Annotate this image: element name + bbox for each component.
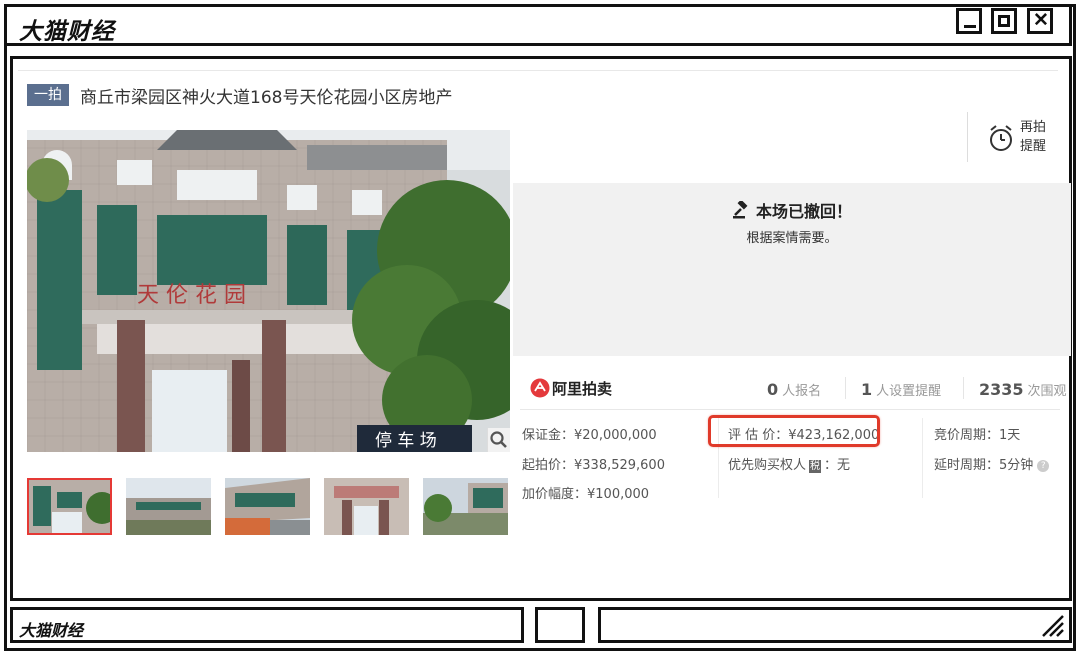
start-price-value: 起拍价：¥338,529,600 bbox=[522, 458, 665, 473]
thumbnail-5-image bbox=[423, 478, 508, 535]
delay-cycle-value: 延时周期：5分钟 bbox=[934, 458, 1034, 473]
zoom-button[interactable] bbox=[487, 428, 510, 452]
minimize-button[interactable] bbox=[956, 8, 982, 34]
resize-grip-icon[interactable] bbox=[1039, 612, 1065, 638]
close-button[interactable]: ✕ bbox=[1027, 8, 1053, 34]
remind-label-line1: 再拍 bbox=[1020, 120, 1047, 135]
views-stat: 2335 次围观 bbox=[979, 380, 1067, 399]
footer-title: 大猫财经 bbox=[19, 621, 84, 640]
status-panel: 本场已撤回！ 根据案情需要。 bbox=[513, 183, 1071, 356]
thumbnail-1[interactable] bbox=[27, 478, 112, 535]
registrations-stat: 0 人报名 bbox=[767, 380, 821, 399]
details-column-divider-2 bbox=[922, 418, 923, 498]
title-bar: 大猫财经 bbox=[4, 4, 1072, 46]
maximize-button[interactable] bbox=[991, 8, 1017, 34]
bid-cycle-value: 竞价周期：1天 bbox=[934, 428, 1021, 443]
stat-divider-1 bbox=[845, 377, 846, 399]
priority-buyer-label: 优先购买权人 bbox=[728, 458, 807, 473]
reminders-label: 人设置提醒 bbox=[876, 384, 942, 399]
stat-divider-2 bbox=[963, 377, 964, 399]
gavel-icon bbox=[732, 199, 748, 219]
ali-auction-logo-icon bbox=[530, 378, 550, 398]
thumbnail-5[interactable] bbox=[423, 478, 508, 535]
remind-button[interactable] bbox=[988, 124, 1014, 156]
reminders-count: 1 bbox=[861, 380, 873, 399]
window-title: 大猫财经 bbox=[19, 19, 115, 45]
footer-title-box: 大猫财经 bbox=[10, 607, 524, 643]
listing-title: 商丘市梁园区神火大道168号天伦花园小区房地产 bbox=[80, 88, 453, 108]
increment-value: 加价幅度：¥100,000 bbox=[522, 487, 650, 502]
priority-buyer-row: 优先购买权人税：无 bbox=[728, 454, 850, 473]
tax-tag: 税 bbox=[809, 460, 822, 473]
thumbnail-3-image bbox=[225, 478, 310, 535]
alarm-clock-icon bbox=[990, 125, 1012, 151]
svg-text:停 车 场: 停 车 场 bbox=[375, 431, 437, 451]
remind-label[interactable]: 再拍 提醒 bbox=[1020, 118, 1050, 156]
footer-middle-box bbox=[535, 607, 585, 643]
views-count: 2335 bbox=[979, 380, 1024, 399]
status-reason: 根据案情需要。 bbox=[746, 231, 838, 246]
remind-label-line2: 提醒 bbox=[1020, 139, 1047, 154]
thumbnail-1-image bbox=[27, 478, 112, 535]
delay-cycle-row: 延时周期：5分钟? bbox=[934, 454, 1050, 473]
thumbnail-3[interactable] bbox=[225, 478, 310, 535]
remind-divider bbox=[967, 112, 968, 162]
main-property-photo[interactable]: 天 伦 花 园 停 车 场 bbox=[27, 130, 510, 452]
thumbnail-4[interactable] bbox=[324, 478, 409, 535]
registrations-count: 0 bbox=[767, 380, 779, 399]
reminders-stat: 1 人设置提醒 bbox=[861, 380, 941, 399]
top-divider bbox=[18, 70, 1058, 71]
help-icon[interactable]: ? bbox=[1037, 459, 1050, 472]
status-title-row: 本场已撤回！ bbox=[513, 198, 1071, 222]
building-photo-graphic: 天 伦 花 园 停 车 场 bbox=[27, 130, 510, 452]
thumbnail-2[interactable] bbox=[126, 478, 211, 535]
priority-buyer-value: ：无 bbox=[824, 458, 851, 473]
close-icon: ✕ bbox=[1033, 10, 1049, 31]
magnifier-icon bbox=[490, 431, 507, 448]
thumbnail-4-image bbox=[324, 478, 409, 535]
deposit-value: 保证金：¥20,000,000 bbox=[522, 428, 657, 443]
views-label: 次围观 bbox=[1027, 384, 1067, 399]
appraisal-highlight-box bbox=[708, 415, 880, 447]
registrations-label: 人报名 bbox=[782, 384, 822, 399]
svg-text:天 伦 花 园: 天 伦 花 园 bbox=[137, 283, 246, 308]
footer-status-box bbox=[598, 607, 1072, 643]
auction-round-badge: 一拍 bbox=[27, 84, 69, 106]
status-title: 本场已撤回！ bbox=[755, 202, 852, 221]
thumbnail-2-image bbox=[126, 478, 211, 535]
platform-name: 阿里拍卖 bbox=[552, 380, 613, 398]
details-divider bbox=[520, 409, 1060, 410]
